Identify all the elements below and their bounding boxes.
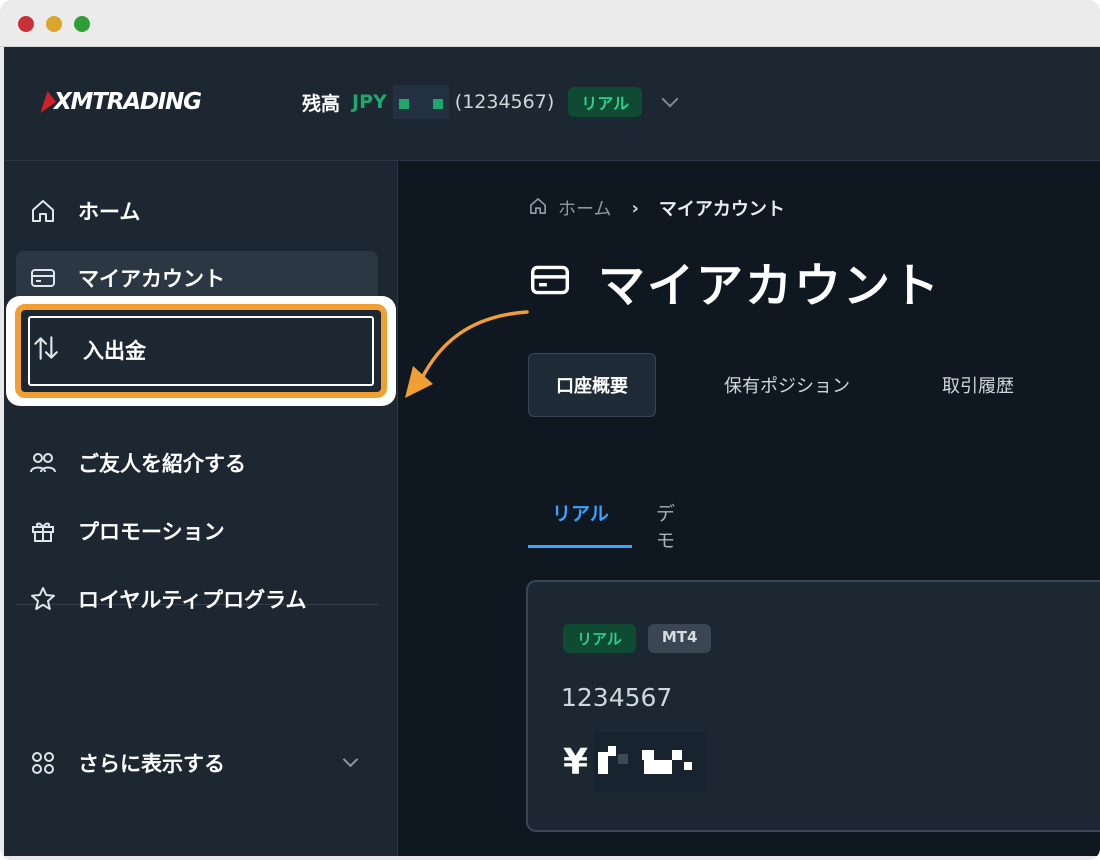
chevron-right-icon: ›	[631, 197, 639, 219]
balance-amount-masked	[392, 85, 449, 119]
maximize-window-button[interactable]	[74, 16, 90, 32]
tab-trade-history[interactable]: 取引履歴	[942, 354, 1014, 416]
main-content: ホーム › マイアカウント マイアカウント 口座概要 保有ポジション 取引履歴 …	[398, 161, 1100, 856]
sidebar-item-show-more[interactable]: さらに表示する	[16, 736, 378, 790]
grid-icon	[28, 748, 58, 778]
tab-open-positions[interactable]: 保有ポジション	[724, 354, 850, 416]
home-icon[interactable]	[528, 196, 548, 221]
sidebar-item-label: さらに表示する	[78, 752, 225, 776]
platform-tag: MT4	[647, 624, 712, 653]
xmtrading-logo[interactable]: XMTRADING	[40, 87, 202, 117]
sidebar-item-label: ご友人を紹介する	[78, 452, 246, 476]
account-number: 1234567	[561, 683, 673, 712]
gift-icon	[28, 516, 58, 546]
card-icon	[528, 258, 572, 306]
app-window: XMTRADING 残高 JPY (1234567) リアル ホーム マイアカウ…	[0, 0, 1100, 860]
sidebar-item-label: ホーム	[78, 200, 141, 224]
sidebar-item-label: ロイヤルティプログラム	[78, 588, 307, 612]
tab-account-overview[interactable]: 口座概要	[528, 353, 656, 417]
app-content: XMTRADING 残高 JPY (1234567) リアル ホーム マイアカウ…	[4, 47, 1100, 856]
sidebar-item-refer-friend[interactable]: ご友人を紹介する	[16, 436, 378, 490]
tab-demo[interactable]: デモ	[656, 499, 675, 553]
balance-account-number: (1234567)	[454, 91, 555, 113]
chevron-down-icon	[342, 751, 359, 768]
sidebar-item-home[interactable]: ホーム	[16, 184, 378, 238]
minimize-window-button[interactable]	[46, 16, 62, 32]
sidebar-item-label: プロモーション	[78, 520, 225, 544]
account-balance: ¥	[563, 732, 707, 792]
chevron-down-icon[interactable]	[661, 90, 679, 108]
account-mode-tabs: リアル デモ	[528, 499, 675, 552]
account-tabs: 口座概要 保有ポジション 取引履歴	[528, 353, 1014, 417]
currency-symbol: ¥	[563, 741, 589, 783]
sidebar-item-promotions[interactable]: プロモーション	[16, 504, 378, 558]
top-header: XMTRADING 残高 JPY (1234567) リアル	[4, 47, 1100, 161]
page-title: マイアカウント	[528, 247, 941, 316]
tab-real[interactable]: リアル	[552, 499, 609, 526]
highlight-inner-frame	[28, 316, 374, 386]
sidebar-item-label: マイアカウント	[78, 267, 225, 291]
logo-text: XMTRADING	[54, 89, 202, 115]
home-icon	[28, 196, 58, 226]
card-icon	[28, 263, 58, 293]
sidebar-item-label: 入出金	[83, 339, 146, 363]
sidebar: ホーム マイアカウント さらに表示する ご友人を紹介する プロモーション ロイヤ…	[4, 161, 398, 856]
users-icon	[28, 448, 58, 478]
account-card[interactable]: リアル MT4 1234567 ¥	[526, 580, 1100, 832]
page-title-text: マイアカウント	[598, 259, 941, 314]
window-titlebar	[0, 0, 1100, 47]
account-tags: リアル MT4	[563, 624, 712, 653]
close-window-button[interactable]	[18, 16, 34, 32]
breadcrumb-current: マイアカウント	[658, 199, 785, 220]
balance-selector[interactable]: 残高 JPY (1234567) リアル	[302, 85, 679, 119]
active-tab-underline	[528, 545, 632, 548]
sidebar-item-loyalty[interactable]: ロイヤルティプログラム	[16, 572, 378, 626]
transfer-arrows-icon	[31, 333, 61, 363]
account-type-tag: リアル	[563, 624, 636, 653]
balance-currency: JPY	[352, 91, 387, 113]
balance-label: 残高	[302, 92, 341, 115]
breadcrumb: ホーム › マイアカウント	[528, 195, 785, 221]
breadcrumb-home-link[interactable]: ホーム	[558, 195, 611, 221]
star-icon	[28, 584, 58, 614]
sidebar-item-deposit-withdraw[interactable]: 入出金	[15, 304, 387, 398]
balance-amount-masked	[594, 732, 707, 792]
account-type-badge: リアル	[568, 87, 643, 117]
